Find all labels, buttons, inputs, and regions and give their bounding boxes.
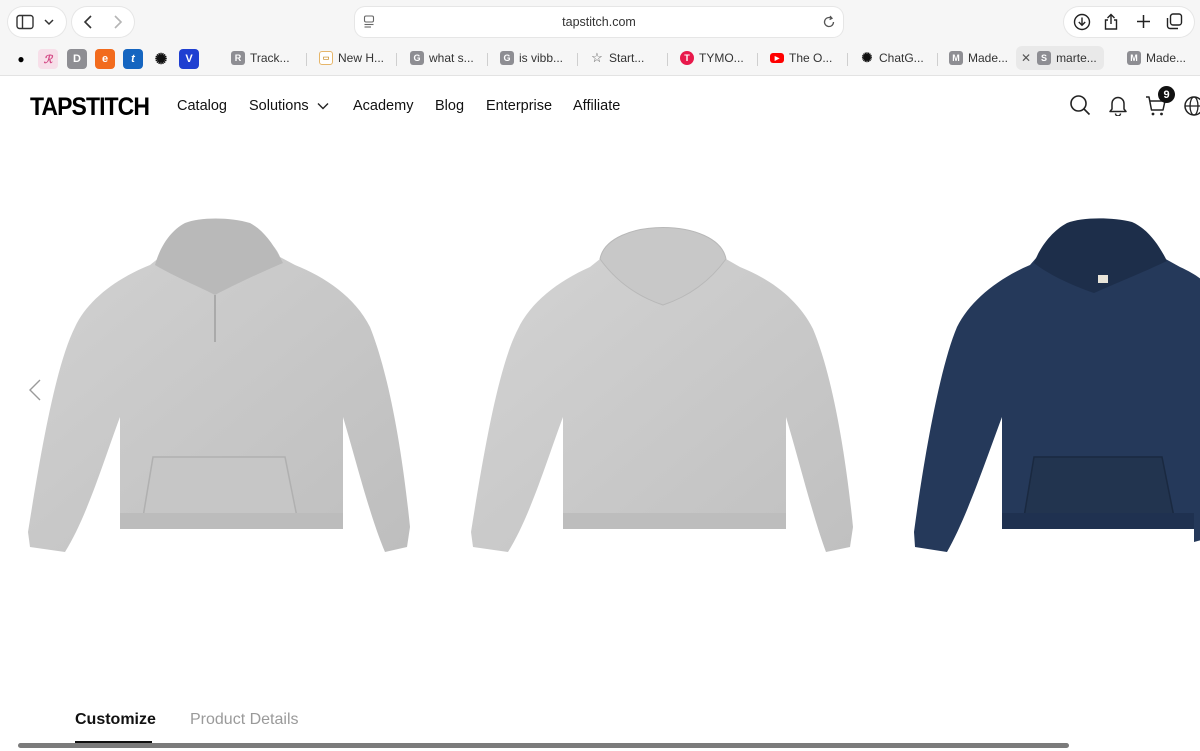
toolbar-actions-group [1064, 7, 1194, 37]
nav-catalog[interactable]: Catalog [177, 98, 227, 114]
tymo-icon: T [680, 51, 694, 65]
pinned-tab-t[interactable]: t [123, 49, 143, 69]
tab-overview-icon[interactable] [1166, 13, 1183, 30]
pinned-tab-d[interactable]: D [67, 49, 87, 69]
share-icon[interactable] [1103, 12, 1119, 31]
hoodie-front-grey[interactable] [25, 217, 415, 557]
tab-separator [757, 53, 758, 66]
tab-is-vibb[interactable]: G is vibb... [500, 46, 572, 70]
tab-separator [667, 53, 668, 66]
letter-m-icon: M [949, 51, 963, 65]
nav-enterprise[interactable]: Enterprise [486, 98, 552, 114]
youtube-icon: ▶ [770, 53, 784, 63]
tab-label: marte... [1056, 51, 1097, 65]
tab-separator [396, 53, 397, 66]
browser-chrome: tapstitch.com ● ℛ D e t ✺ V R Track... ▭… [0, 0, 1200, 76]
tab-the-o[interactable]: ▶ The O... [770, 46, 842, 70]
tab-separator [306, 53, 307, 66]
hoodie-back-grey[interactable] [468, 217, 858, 557]
nav-label: Affiliate [573, 98, 621, 114]
tab-label: Made... [968, 51, 1009, 65]
page-thumbnail-icon: ▭ [319, 51, 333, 65]
sidebar-toggle-group [8, 7, 66, 37]
tapstitch-logo[interactable]: TAPSTITCH [30, 93, 150, 122]
pinned-tab-v[interactable]: V [179, 49, 199, 69]
letter-s-icon: S [1037, 51, 1052, 65]
openai-icon: ✺ [154, 51, 168, 68]
tab-label: ChatG... [879, 51, 924, 65]
tab-product-details[interactable]: Product Details [190, 711, 299, 729]
letter-m-icon: M [1127, 51, 1141, 65]
letter-g-icon: G [500, 51, 514, 65]
star-icon: ☆ [591, 50, 603, 65]
tab-customize[interactable]: Customize [75, 711, 156, 729]
nav-label: Blog [435, 98, 465, 114]
pinned-tab-shirt[interactable]: ● [11, 49, 31, 69]
tab-label: what s... [429, 51, 474, 65]
back-icon[interactable] [83, 14, 93, 30]
new-tab-icon[interactable] [1136, 14, 1151, 29]
tab-separator [937, 53, 938, 66]
hoodie-front-navy[interactable] [912, 217, 1200, 557]
nav-label: Academy [353, 98, 414, 114]
chevron-down-icon [317, 103, 329, 110]
tab-label: is vibb... [519, 51, 564, 65]
cart-count-badge: 9 [1158, 86, 1175, 103]
product-gallery [0, 137, 1200, 697]
tab-label: TYMO... [699, 51, 744, 65]
downloads-icon[interactable] [1073, 13, 1091, 31]
letter-d-icon: D [73, 53, 81, 65]
script-r-icon: ℛ [43, 53, 53, 66]
tab-tymo[interactable]: T TYMO... [680, 46, 752, 70]
tab-start[interactable]: ☆ Start... [590, 46, 662, 70]
openai-icon: ✺ [861, 50, 873, 65]
url-text: tapstitch.com [562, 15, 636, 29]
tab-label: Made... [1146, 51, 1187, 65]
nav-label: Catalog [177, 98, 227, 114]
nav-affiliate[interactable]: Affiliate [573, 98, 620, 114]
tab-separator [847, 53, 848, 66]
search-icon[interactable] [1069, 94, 1091, 121]
letter-g-icon: G [410, 51, 424, 65]
letter-e-icon: e [101, 53, 109, 65]
letter-v-icon: V [185, 53, 193, 65]
bell-icon[interactable] [1108, 94, 1128, 121]
nav-blog[interactable]: Blog [435, 98, 464, 114]
site-header: TAPSTITCH Catalog Solutions Academy Blog… [0, 77, 1200, 137]
tab-separator [487, 53, 488, 66]
tab-chatg[interactable]: ✺ ChatG... [860, 46, 932, 70]
address-bar[interactable]: tapstitch.com [355, 7, 843, 37]
shirt-icon: ● [17, 52, 25, 66]
tab-label: Start... [609, 51, 645, 65]
pinned-tab-e[interactable]: e [95, 49, 115, 69]
tab-made-1[interactable]: M Made... [949, 46, 1015, 70]
close-tab-icon[interactable]: ✕ [1021, 51, 1031, 65]
tab-separator [577, 53, 578, 66]
nav-label: Solutions [249, 98, 309, 114]
nav-label: Enterprise [486, 98, 553, 114]
tab-label: New H... [338, 51, 385, 65]
tab-strip: ● ℛ D e t ✺ V R Track... ▭ New H... G wh… [0, 45, 1200, 72]
tab-made-2[interactable]: M Made... [1127, 46, 1197, 70]
letter-r-icon: R [231, 51, 245, 65]
sidebar-icon[interactable] [16, 14, 34, 30]
horizontal-scrollbar[interactable] [18, 743, 1069, 748]
letter-t-icon: t [131, 53, 135, 65]
browser-toolbar: tapstitch.com [0, 0, 1200, 44]
nav-solutions[interactable]: Solutions [249, 98, 329, 114]
tab-what-s[interactable]: G what s... [410, 46, 482, 70]
chevron-down-icon[interactable] [44, 17, 54, 27]
pinned-tab-pink[interactable]: ℛ [38, 49, 58, 69]
forward-icon[interactable] [113, 14, 123, 30]
pinned-tab-openai[interactable]: ✺ [151, 49, 171, 69]
tab-marte-active[interactable]: ✕ S marte... [1016, 46, 1104, 70]
tab-label: Track... [250, 51, 290, 65]
tab-new-h[interactable]: ▭ New H... [319, 46, 391, 70]
globe-icon[interactable] [1183, 95, 1200, 122]
reload-icon[interactable] [822, 15, 836, 29]
tab-label: The O... [789, 51, 833, 65]
tab-track[interactable]: R Track... [231, 46, 299, 70]
navigation-group [72, 7, 134, 37]
nav-academy[interactable]: Academy [353, 98, 413, 114]
